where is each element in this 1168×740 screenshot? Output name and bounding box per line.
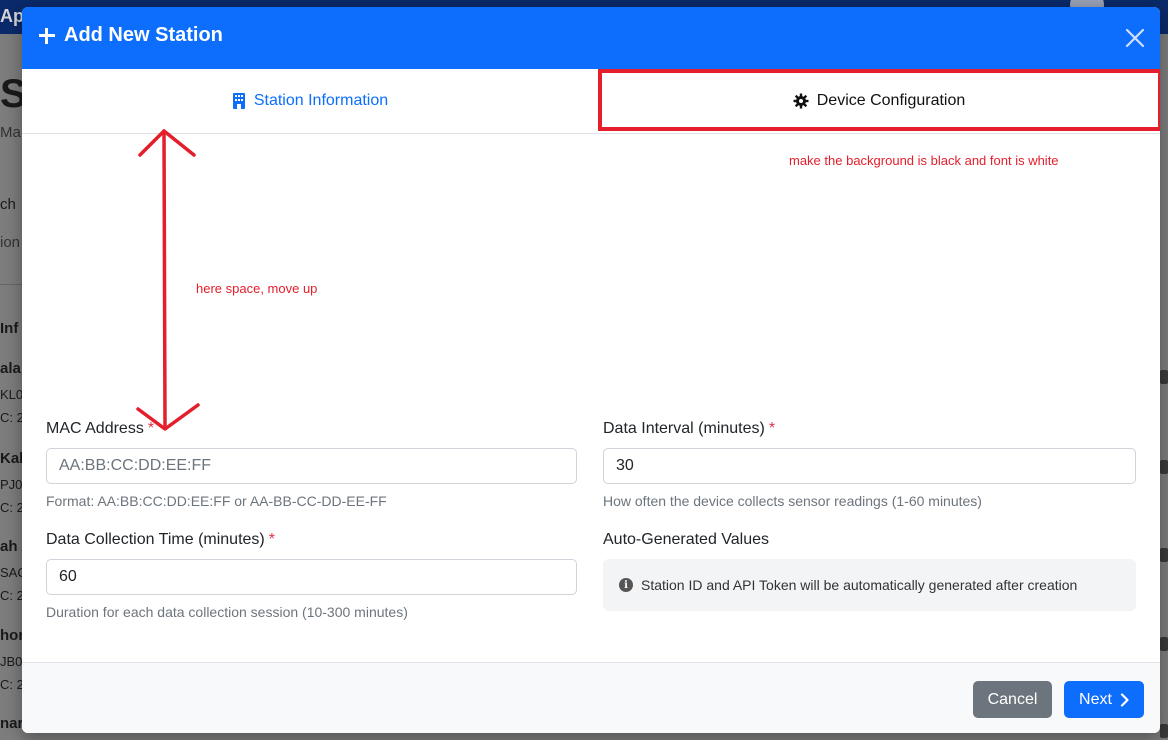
background-text: Ma xyxy=(0,124,21,141)
background-text: hor xyxy=(0,627,22,644)
background-left-strip: S Ma ch ion Inf ala KL0 C: 2 Kali PJ0 C:… xyxy=(0,34,22,740)
required-marker: * xyxy=(768,420,776,437)
background-text: ala xyxy=(0,360,21,377)
mac-address-label: MAC Address * xyxy=(46,420,154,438)
background-chip xyxy=(1160,548,1168,562)
background-text: Kali xyxy=(0,450,22,467)
background-text: C: 2 xyxy=(0,500,22,515)
data-collection-time-label: Data Collection Time (minutes) * xyxy=(46,531,275,549)
background-right-strip xyxy=(1160,34,1168,740)
mac-address-help: Format: AA:BB:CC:DD:EE:FF or AA-BB-CC-DD… xyxy=(46,493,387,509)
annotation-tab-note: make the background is black and font is… xyxy=(789,153,1059,168)
auto-generated-info-text: Station ID and API Token will be automat… xyxy=(641,577,1078,593)
data-interval-input[interactable] xyxy=(603,448,1136,484)
background-text: JB0 xyxy=(0,654,22,669)
data-interval-help: How often the device collects sensor rea… xyxy=(603,493,982,509)
data-interval-label: Data Interval (minutes) * xyxy=(603,420,775,438)
background-text: ion xyxy=(0,234,21,251)
tab-device-configuration[interactable]: Device Configuration xyxy=(598,69,1160,133)
tab-label: Station Information xyxy=(253,92,389,109)
background-text: ah A xyxy=(0,538,22,555)
background-text: KL0 xyxy=(0,387,22,402)
auto-generated-info-box: i Station ID and API Token will be autom… xyxy=(603,559,1136,611)
modal-header: Add New Station xyxy=(22,7,1160,69)
annotation-double-arrow-icon xyxy=(136,129,200,431)
data-collection-time-help: Duration for each data collection sessio… xyxy=(46,604,408,620)
required-marker: * xyxy=(147,420,155,437)
background-text: S xyxy=(0,72,22,116)
cancel-button[interactable]: Cancel xyxy=(973,681,1052,718)
background-text: PJ0 xyxy=(0,477,22,492)
background-text: C: 2 xyxy=(0,410,22,425)
divider xyxy=(0,284,22,285)
building-icon xyxy=(232,93,245,109)
add-station-modal: Add New Station Station Information Devi… xyxy=(22,7,1160,733)
modal-title-text: Add New Station xyxy=(64,24,223,46)
data-collection-time-input[interactable] xyxy=(46,559,577,595)
auto-generated-label: Auto-Generated Values xyxy=(603,531,770,548)
tab-bar: Station Information Device Configuration xyxy=(22,69,1160,134)
background-chip xyxy=(1160,637,1168,651)
background-text: ch xyxy=(0,196,16,213)
background-text: C: 2 xyxy=(0,588,22,603)
background-text: Inf xyxy=(0,320,19,337)
info-icon: i xyxy=(619,578,633,592)
modal-title: Add New Station xyxy=(38,24,223,47)
background-text: nar xyxy=(0,715,22,732)
annotation-highlight-box xyxy=(598,69,1160,131)
background-chip xyxy=(1160,370,1168,384)
modal-footer: Cancel Next xyxy=(22,662,1160,733)
tab-station-information[interactable]: Station Information xyxy=(22,69,598,133)
close-icon xyxy=(1125,28,1145,48)
background-text: C: 2 xyxy=(0,677,22,692)
label-text: Data Interval (minutes) xyxy=(603,420,765,437)
required-marker: * xyxy=(268,531,275,548)
mac-address-input[interactable] xyxy=(46,448,577,484)
plus-icon xyxy=(38,27,56,45)
annotation-space-note: here space, move up xyxy=(196,281,318,296)
label-text: Data Collection Time (minutes) xyxy=(46,531,265,548)
background-brand: Ap xyxy=(0,6,24,26)
label-text: MAC Address xyxy=(46,420,144,437)
background-text: SAC xyxy=(0,565,22,580)
background-chip xyxy=(1160,460,1168,474)
background-chip xyxy=(1160,724,1168,738)
next-button-label: Next xyxy=(1079,690,1112,708)
next-button[interactable]: Next xyxy=(1064,681,1144,718)
chevron-right-icon xyxy=(1120,692,1129,707)
close-button[interactable] xyxy=(1122,25,1148,51)
